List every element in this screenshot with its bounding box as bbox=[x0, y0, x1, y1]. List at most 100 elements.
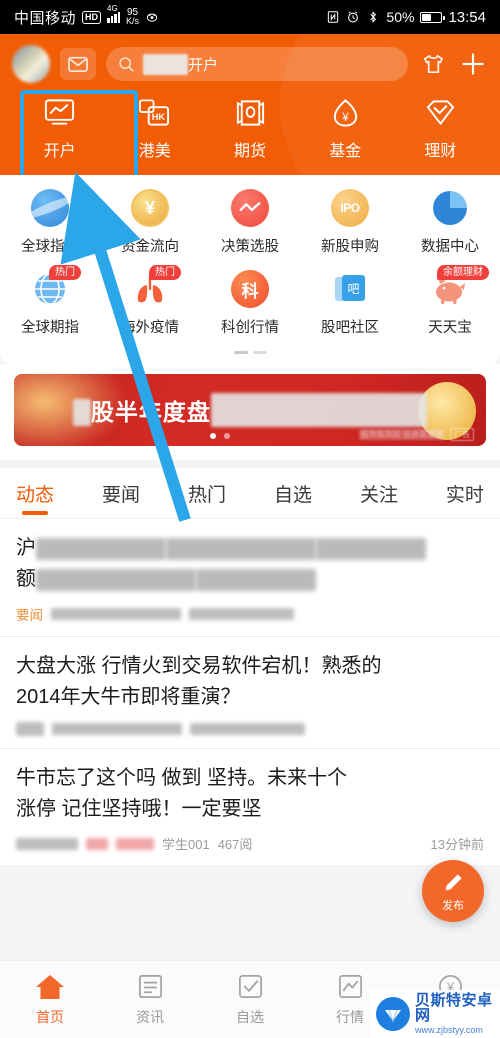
category-item-futures[interactable]: 期货 bbox=[202, 96, 297, 161]
search-input[interactable]: 一个开开户 bbox=[106, 47, 408, 81]
grid-item-global-index[interactable]: 全球指数 bbox=[0, 187, 100, 268]
avatar[interactable] bbox=[12, 45, 50, 83]
grid-item-new-share[interactable]: IPO 新股申购 bbox=[300, 187, 400, 268]
pencil-icon bbox=[444, 873, 463, 892]
pie-chart-icon bbox=[429, 187, 471, 229]
svg-text:HK: HK bbox=[152, 112, 166, 122]
grid-dot[interactable] bbox=[233, 351, 248, 354]
chart-screen-icon bbox=[43, 96, 76, 130]
tab-yaowen[interactable]: 要闻 bbox=[102, 480, 140, 518]
tab-guanzhu[interactable]: 关注 bbox=[360, 480, 398, 518]
news-meta bbox=[16, 722, 484, 736]
news-tag-blurred bbox=[16, 722, 44, 736]
news-source-blurred bbox=[51, 608, 181, 620]
watermark-text: 贝斯特安卓网 www.zjbstyy.com bbox=[415, 993, 500, 1035]
hot-badge: 热门 bbox=[49, 265, 81, 280]
news-item[interactable]: 沪 额 要闻 bbox=[0, 518, 500, 636]
fab-label: 发布 bbox=[442, 900, 464, 912]
header-top-row: 一个开开户 bbox=[12, 40, 488, 88]
watermark-name: 贝斯特安卓网 bbox=[415, 992, 493, 1024]
nfc-icon bbox=[328, 11, 339, 23]
grid-item-overseas-epidemic[interactable]: 热门 海外疫情 bbox=[100, 265, 200, 349]
globe-wire-icon: 热门 bbox=[29, 265, 81, 310]
category-item-wealth[interactable]: 理财 bbox=[393, 96, 488, 161]
news-views: 467阅 bbox=[217, 837, 253, 852]
grid-label: 数据中心 bbox=[421, 239, 479, 255]
watermark-url: www.zjbstyy.com bbox=[415, 1025, 483, 1035]
tab-zixuan[interactable]: 自选 bbox=[274, 480, 312, 518]
grid-item-star-market[interactable]: 科 科创行情 bbox=[200, 268, 300, 349]
battery-percent: 50% bbox=[386, 9, 415, 25]
checkbox-icon bbox=[237, 973, 264, 1001]
nav-item-home[interactable]: 首页 bbox=[0, 973, 100, 1027]
site-watermark: 贝斯特安卓网 www.zjbstyy.com bbox=[370, 990, 500, 1038]
tab-dongtai[interactable]: 动态 bbox=[16, 480, 54, 518]
publish-fab-button[interactable]: 发布 bbox=[422, 860, 484, 922]
market-chart-icon bbox=[337, 973, 364, 1001]
grid-item-capital-flow[interactable]: ¥ 资金流向 bbox=[100, 187, 200, 268]
search-text: 一个开开户 bbox=[143, 53, 218, 75]
grid-dot[interactable] bbox=[252, 351, 267, 354]
grid-label: 海外疫情 bbox=[121, 320, 179, 336]
watermark-logo-icon bbox=[376, 997, 410, 1031]
lungs-icon: 热门 bbox=[129, 265, 181, 310]
category-label: 开户 bbox=[43, 143, 76, 160]
piggy-bank-icon: 余额理财 bbox=[429, 265, 489, 310]
signal-bars-icon: 4G bbox=[107, 4, 121, 23]
category-item-open-account[interactable]: 开户 bbox=[12, 96, 107, 161]
news-tag: 要闻 bbox=[16, 608, 43, 623]
tab-shishi[interactable]: 实时 bbox=[446, 480, 484, 518]
banner-section: A股半年度盘点大数据复盘全记录 股市有风险 投资需谨慎 广告 bbox=[0, 364, 500, 460]
banner-dot[interactable] bbox=[224, 433, 230, 439]
battery-icon bbox=[420, 11, 446, 23]
banner-disclaimer: 股市有风险 投资需谨慎 bbox=[358, 429, 445, 440]
banner-dot[interactable] bbox=[210, 433, 216, 439]
banner-footer: 股市有风险 投资需谨慎 广告 bbox=[358, 428, 474, 441]
futures-barrel-icon bbox=[234, 96, 267, 130]
grid-item-data-center[interactable]: 数据中心 bbox=[400, 187, 500, 268]
add-button[interactable] bbox=[458, 51, 488, 77]
network-speed: 95 K/s bbox=[126, 8, 139, 26]
category-row: 开户 HK 港美 期货 ¥ 基金 理财 bbox=[12, 88, 488, 175]
news-tag2-blurred bbox=[116, 837, 154, 850]
shirt-button[interactable] bbox=[418, 52, 448, 77]
nav-label: 首页 bbox=[36, 1008, 64, 1025]
category-item-hk-us[interactable]: HK 港美 bbox=[107, 96, 202, 161]
grid-item-tiantianbao[interactable]: 余额理财 天天宝 bbox=[400, 265, 500, 349]
grid-item-global-futures-index[interactable]: 热门 全球期指 bbox=[0, 265, 100, 349]
quick-grid-row-1: 全球指数 ¥ 资金流向 决策选股 IPO 新股申购 数据中心 bbox=[0, 187, 500, 268]
news-tag-blurred bbox=[86, 837, 108, 850]
nav-item-news[interactable]: 资讯 bbox=[100, 973, 200, 1027]
grid-label: 决策选股 bbox=[221, 239, 279, 255]
news-views-blurred bbox=[190, 723, 305, 735]
news-title: 大盘大涨 行情火到交易软件宕机！熟悉的 2014年大牛市即将重演？ bbox=[16, 655, 382, 708]
mail-button[interactable] bbox=[60, 48, 96, 80]
grid-item-stock-picking[interactable]: 决策选股 bbox=[200, 187, 300, 268]
home-icon bbox=[35, 973, 65, 1001]
svg-text:¥: ¥ bbox=[341, 111, 349, 124]
news-item[interactable]: 大盘大涨 行情火到交易软件宕机！熟悉的 2014年大牛市即将重演？ bbox=[0, 636, 500, 748]
news-meta: 要闻 bbox=[16, 604, 484, 624]
category-item-fund[interactable]: ¥ 基金 bbox=[298, 96, 393, 161]
grid-label: 资金流向 bbox=[121, 239, 179, 255]
tab-remen[interactable]: 热门 bbox=[188, 480, 226, 518]
category-label: 期货 bbox=[234, 143, 267, 160]
ipo-icon: IPO bbox=[329, 187, 371, 229]
globe-blue-icon bbox=[29, 187, 71, 229]
red-chart-icon bbox=[229, 187, 271, 229]
nav-label: 资讯 bbox=[136, 1008, 164, 1025]
news-views-blurred bbox=[189, 608, 294, 620]
ad-label: 广告 bbox=[450, 428, 474, 441]
grid-page-indicator bbox=[0, 349, 500, 360]
ba-forum-icon: 吧 bbox=[329, 268, 371, 310]
category-label: 港美 bbox=[138, 143, 171, 160]
grid-label: 股吧社区 bbox=[321, 320, 379, 336]
grid-item-stock-forum[interactable]: 吧 股吧社区 bbox=[300, 268, 400, 349]
app-header: 一个开开户 bbox=[0, 34, 500, 175]
nav-item-watchlist[interactable]: 自选 bbox=[200, 973, 300, 1027]
news-item[interactable]: 牛市忘了这个吗 做到 坚持。未来十个 涨停 记住坚持哦！一定要坚 学生001 4… bbox=[0, 748, 500, 865]
plus-icon bbox=[462, 53, 484, 75]
promo-banner[interactable]: A股半年度盘点大数据复盘全记录 股市有风险 投资需谨慎 广告 bbox=[14, 374, 486, 446]
category-label: 基金 bbox=[329, 143, 362, 160]
feed-tab-bar: 动态 要闻 热门 自选 关注 实时 bbox=[0, 468, 500, 518]
